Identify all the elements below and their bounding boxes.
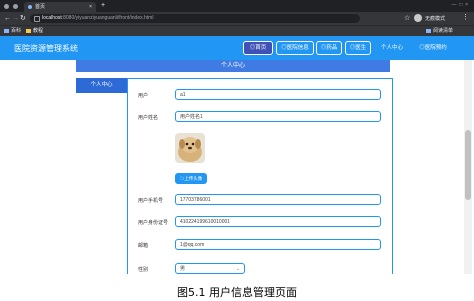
figure-caption: 图5.1 用户信息管理页面 <box>177 286 297 299</box>
sidebar-item-profile[interactable]: 个人中心 <box>76 78 127 93</box>
avatar <box>175 133 205 163</box>
section-title: 个人中心 <box>76 60 390 72</box>
app-brand: 医院资源管理系统 <box>14 44 78 53</box>
app-header: 医院资源管理系统 ◎首页 ◎医院信息 ◎药品 ◎医生 个人中心 ◎医院预约 <box>0 36 474 60</box>
bookmark-item[interactable]: 百科 <box>4 27 21 35</box>
reading-list-icon <box>426 28 431 33</box>
nav-hospital-info-button[interactable]: ◎医院信息 <box>276 41 314 55</box>
window-icon[interactable] <box>13 4 18 9</box>
scrollbar-thumb[interactable] <box>465 130 471 200</box>
upload-avatar-button[interactable]: ☁上传头像 <box>175 173 207 184</box>
more-icon[interactable]: ⋮ <box>462 13 469 21</box>
name-field[interactable]: 用户姓名1 <box>175 111 381 122</box>
reading-list[interactable]: 阅读清单 <box>426 27 453 35</box>
nav-profile-button[interactable]: 个人中心 <box>374 41 410 55</box>
window-icon[interactable] <box>4 4 9 9</box>
forward-icon[interactable]: → <box>12 14 19 23</box>
bookmark-item[interactable]: 教程 <box>26 27 43 35</box>
info-icon <box>34 16 40 22</box>
url-host: localhost <box>42 15 62 21</box>
nav-medicine-button[interactable]: ◎药品 <box>316 41 342 55</box>
folder-icon <box>26 28 31 33</box>
browser-tab[interactable]: 首页 × <box>24 2 96 12</box>
phone-label: 用户手机号 <box>138 198 164 204</box>
email-label: 邮箱 <box>138 243 149 249</box>
window-controls[interactable]: — □ × <box>452 2 469 8</box>
favicon-icon <box>28 5 32 9</box>
reload-icon[interactable]: ↻ <box>20 14 26 23</box>
idcard-label: 用户身份证号 <box>138 220 169 226</box>
browser-tab-strip: 首页 × + — □ × <box>0 0 474 12</box>
idcard-field[interactable]: 410224199610010001 <box>175 216 381 227</box>
bookmark-icon <box>4 28 9 33</box>
username-field[interactable]: a1 <box>175 89 381 100</box>
bookmarks-bar: 百科 教程 阅读清单 <box>0 25 474 36</box>
nav-home-button[interactable]: ◎首页 <box>243 41 273 55</box>
close-icon[interactable]: × <box>89 2 92 12</box>
phone-field[interactable]: 17703786001 <box>175 194 381 205</box>
browser-toolbar: ← → ↻ localhost:8080/yiyuanziyuanguanli/… <box>0 12 474 25</box>
chevron-down-icon: ⌄ <box>235 266 240 272</box>
screenshot: 首页 × + — □ × ← → ↻ localhost:8080/yiyuan… <box>0 0 474 274</box>
back-icon[interactable]: ← <box>4 14 11 23</box>
new-tab-icon[interactable]: + <box>101 1 105 11</box>
tab-title: 首页 <box>35 4 46 10</box>
star-icon[interactable]: ☆ <box>404 14 410 23</box>
avatar[interactable] <box>414 14 422 22</box>
nav-appointment-button[interactable]: ◎医院预约 <box>412 41 454 55</box>
nav-doctor-button[interactable]: ◎医生 <box>345 41 371 55</box>
address-bar[interactable]: localhost:8080/yiyuanziyuanguanli/front/… <box>30 14 360 23</box>
email-field[interactable]: 1@qq.com <box>175 239 381 250</box>
url-path: :8080/yiyuanziyuanguanli/front/index.htm… <box>61 15 154 21</box>
name-label: 用户姓名 <box>138 115 159 121</box>
profile-name[interactable]: 无痕模式 <box>425 15 445 22</box>
gender-label: 性别 <box>138 267 149 273</box>
username-label: 用户 <box>138 93 149 99</box>
gender-select[interactable]: 男 ⌄ <box>175 263 245 274</box>
